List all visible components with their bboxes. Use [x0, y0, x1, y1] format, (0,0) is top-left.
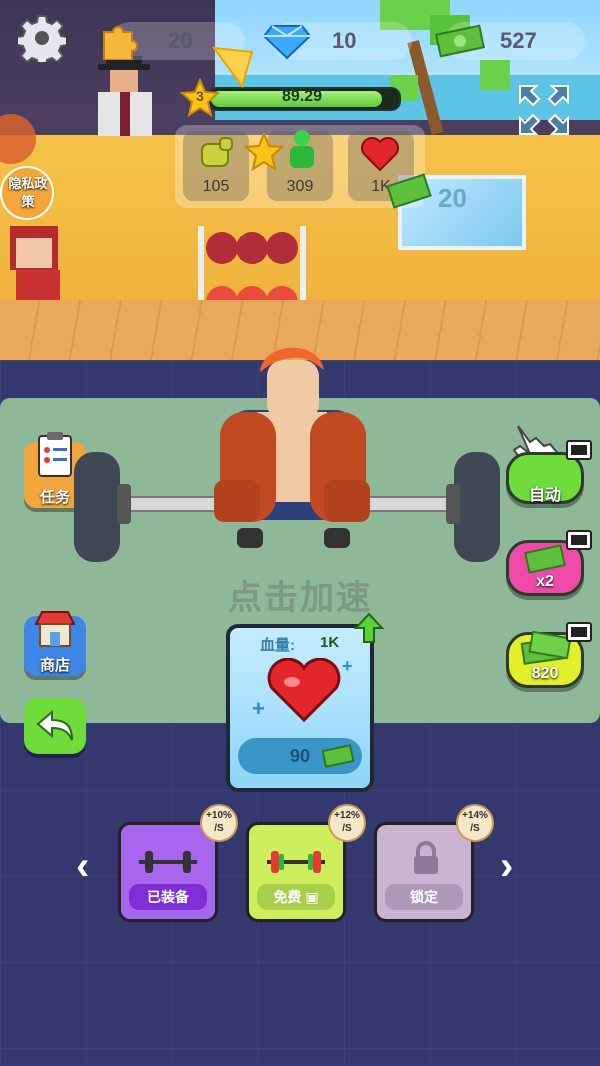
cash-icon — [322, 744, 355, 768]
carousel-next-button[interactable]: › — [500, 844, 513, 889]
bonus-unit: /S — [342, 823, 352, 834]
privacy-policy-button[interactable]: 隐私政策 — [0, 166, 54, 220]
free-cash-amount: 820 — [531, 665, 559, 682]
equipped-label: 已装备 — [129, 884, 207, 910]
fullscreen-icon[interactable] — [518, 84, 570, 136]
heart-icon — [361, 137, 399, 172]
video-ad-icon: ▣ — [305, 889, 319, 905]
bonus-percent: +12% — [334, 810, 360, 821]
video-ad-icon — [566, 440, 592, 460]
shop-icon — [34, 611, 76, 647]
bonus-unit: /S — [214, 823, 224, 834]
window-number: 20 — [438, 183, 467, 213]
cash-count: 527 — [500, 28, 537, 53]
puzzle-piece-icon — [103, 26, 138, 60]
power-value: 309 — [286, 178, 314, 195]
power-star-icon — [244, 132, 284, 172]
barbell-locked-card[interactable]: 锁定 — [374, 822, 474, 922]
lock-icon — [414, 841, 438, 874]
gear-icon[interactable] — [18, 14, 66, 62]
barbell-equipped-card[interactable]: 已装备 — [118, 822, 218, 922]
free-label: 免费 — [273, 889, 302, 905]
health-upgrade-card[interactable]: 血量: 1K + + 90 — [226, 624, 374, 792]
bonus-badge: +12% /S — [328, 804, 366, 842]
flying-cash-icon — [386, 173, 432, 209]
cash-stack-icon — [435, 24, 485, 58]
npc-manager — [98, 56, 152, 136]
arrow-pointer-icon — [211, 46, 254, 88]
upgrade-price: 90 — [290, 746, 311, 766]
upgrade-arrow-icon — [354, 612, 384, 643]
weightlifter-character — [74, 347, 500, 562]
diamond-icon — [264, 25, 310, 60]
bonus-badge: +14% /S — [456, 804, 494, 842]
health-stat-value: 1K — [320, 634, 340, 651]
strength-value: 105 — [202, 178, 230, 195]
hero-power-icon — [290, 130, 314, 168]
strength-fist-icon — [201, 137, 233, 167]
puzzle-count: 20 — [168, 28, 193, 53]
gem-count: 10 — [332, 28, 357, 53]
cash-pile-icon — [520, 631, 572, 665]
cash-stack-icon — [524, 544, 566, 574]
colored-barbell-icon — [267, 851, 325, 873]
barbell-icon — [139, 851, 197, 873]
locked-label: 锁定 — [385, 884, 463, 910]
back-arrow-icon — [36, 709, 73, 741]
auto-label: 自动 — [528, 487, 561, 504]
back-button[interactable] — [24, 698, 86, 754]
level-number: 3 — [196, 88, 204, 104]
carousel-prev-button[interactable]: ‹ — [76, 844, 89, 889]
barbell-free-card[interactable]: 免费 ▣ — [246, 822, 346, 922]
bonus-unit: /S — [470, 823, 480, 834]
shop-button[interactable]: 商店 — [24, 611, 86, 676]
double-cash-label: x2 — [536, 573, 554, 590]
upgrade-price-pill: 90 — [238, 738, 362, 774]
bonus-percent: +10% — [206, 810, 232, 821]
shop-label: 商店 — [39, 657, 70, 674]
level-progress-value: 89.29 — [281, 88, 323, 105]
plus-icon: + — [252, 696, 265, 721]
health-stat-label: 血量: — [260, 637, 295, 654]
privacy-policy-label: 隐私政策 — [8, 176, 48, 209]
video-ad-icon — [566, 530, 592, 550]
heart-icon — [267, 658, 341, 723]
free-label-pill: 免费 ▣ — [257, 884, 335, 910]
tap-to-speed-up-hint: 点击加速 — [228, 579, 372, 617]
bonus-percent: +14% — [462, 810, 488, 821]
video-ad-icon — [566, 622, 592, 642]
bonus-badge: +10% /S — [200, 804, 238, 842]
plus-icon: + — [342, 656, 353, 676]
